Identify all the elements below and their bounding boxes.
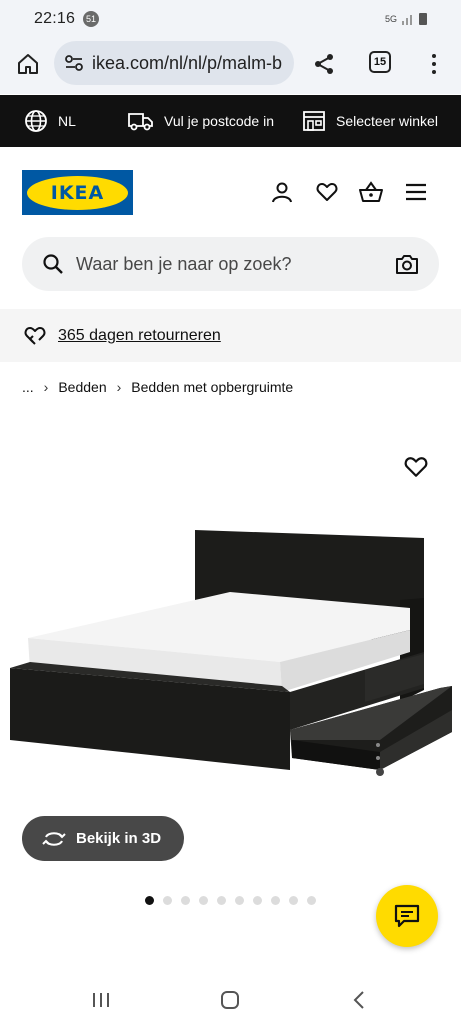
battery-icon bbox=[419, 13, 427, 25]
address-bar[interactable]: ikea.com/nl/nl/p/malm-b bbox=[54, 41, 294, 85]
share-icon[interactable] bbox=[310, 50, 338, 78]
status-bar: 22:16 51 5G bbox=[0, 0, 461, 38]
store-icon bbox=[303, 111, 325, 131]
breadcrumb-item[interactable]: Bedden met opbergruimte bbox=[131, 379, 293, 395]
carousel-indicator bbox=[145, 896, 316, 905]
carousel-dot[interactable] bbox=[163, 896, 172, 905]
country-label: NL bbox=[58, 113, 76, 129]
carousel-dot[interactable] bbox=[145, 896, 154, 905]
chevron-right-icon: › bbox=[116, 379, 122, 395]
tabs-icon[interactable]: 15 bbox=[369, 51, 391, 73]
postcode-button[interactable]: Vul je postcode in bbox=[128, 95, 274, 147]
logo-oval: IKEA bbox=[27, 175, 128, 210]
more-icon[interactable] bbox=[424, 50, 444, 78]
recents-icon[interactable] bbox=[88, 987, 114, 1013]
postcode-label: Vul je postcode in bbox=[164, 113, 274, 129]
carousel-dot[interactable] bbox=[253, 896, 262, 905]
chat-icon bbox=[394, 904, 420, 928]
breadcrumb-item[interactable]: Bedden bbox=[58, 379, 106, 395]
carousel-dot[interactable] bbox=[199, 896, 208, 905]
return-heart-icon bbox=[24, 326, 46, 345]
carousel-dot[interactable] bbox=[307, 896, 316, 905]
returns-banner[interactable]: 365 dagen retourneren bbox=[0, 309, 461, 362]
globe-icon bbox=[25, 110, 47, 132]
signal-icon bbox=[402, 15, 412, 25]
home-icon[interactable] bbox=[14, 50, 42, 78]
carousel-dot[interactable] bbox=[289, 896, 298, 905]
site-header: IKEA bbox=[0, 148, 461, 234]
carousel-dot[interactable] bbox=[217, 896, 226, 905]
site-settings-icon[interactable] bbox=[64, 53, 84, 73]
status-time: 22:16 bbox=[34, 10, 76, 27]
user-icon[interactable] bbox=[270, 180, 294, 204]
breadcrumb-ellipsis[interactable]: ... bbox=[22, 379, 34, 395]
carousel-dot[interactable] bbox=[271, 896, 280, 905]
network-label: 5G bbox=[384, 14, 397, 24]
store-label: Selecteer winkel bbox=[336, 113, 438, 129]
browser-toolbar: ikea.com/nl/nl/p/malm-b 15 bbox=[0, 38, 461, 94]
ikea-logo[interactable]: IKEA bbox=[22, 170, 133, 215]
logo-text: IKEA bbox=[50, 181, 105, 204]
status-icons: 5G bbox=[385, 13, 427, 25]
chat-button[interactable] bbox=[376, 885, 438, 947]
returns-link[interactable]: 365 dagen retourneren bbox=[58, 327, 221, 345]
url-text: ikea.com/nl/nl/p/malm-b bbox=[92, 52, 283, 73]
carousel-dot[interactable] bbox=[235, 896, 244, 905]
hamburger-icon[interactable] bbox=[404, 180, 428, 204]
store-selector[interactable]: Selecteer winkel bbox=[302, 95, 438, 147]
search-icon bbox=[43, 254, 63, 274]
product-image[interactable] bbox=[0, 440, 461, 800]
view-3d-button[interactable]: Bekijk in 3D bbox=[22, 816, 184, 861]
back-nav-icon[interactable] bbox=[346, 987, 372, 1013]
search-input[interactable]: Waar ben je naar op zoek? bbox=[22, 237, 439, 291]
rotate-3d-icon bbox=[42, 831, 66, 846]
view-3d-label: Bekijk in 3D bbox=[76, 830, 162, 847]
truck-icon bbox=[128, 113, 153, 131]
home-nav-icon[interactable] bbox=[217, 987, 243, 1013]
system-nav-bar bbox=[0, 975, 461, 1024]
chevron-right-icon: › bbox=[43, 379, 49, 395]
utility-bar: NL Vul je postcode in Selecteer winkel bbox=[0, 95, 461, 147]
breadcrumb: ... › Bedden › Bedden met opbergruimte bbox=[22, 376, 293, 398]
carousel-dot[interactable] bbox=[181, 896, 190, 905]
search-placeholder: Waar ben je naar op zoek? bbox=[76, 253, 292, 274]
country-selector[interactable]: NL bbox=[24, 95, 76, 147]
heart-icon[interactable] bbox=[315, 180, 339, 204]
camera-icon[interactable] bbox=[395, 253, 419, 280]
basket-icon[interactable] bbox=[359, 180, 383, 204]
notification-badge: 51 bbox=[83, 11, 100, 27]
